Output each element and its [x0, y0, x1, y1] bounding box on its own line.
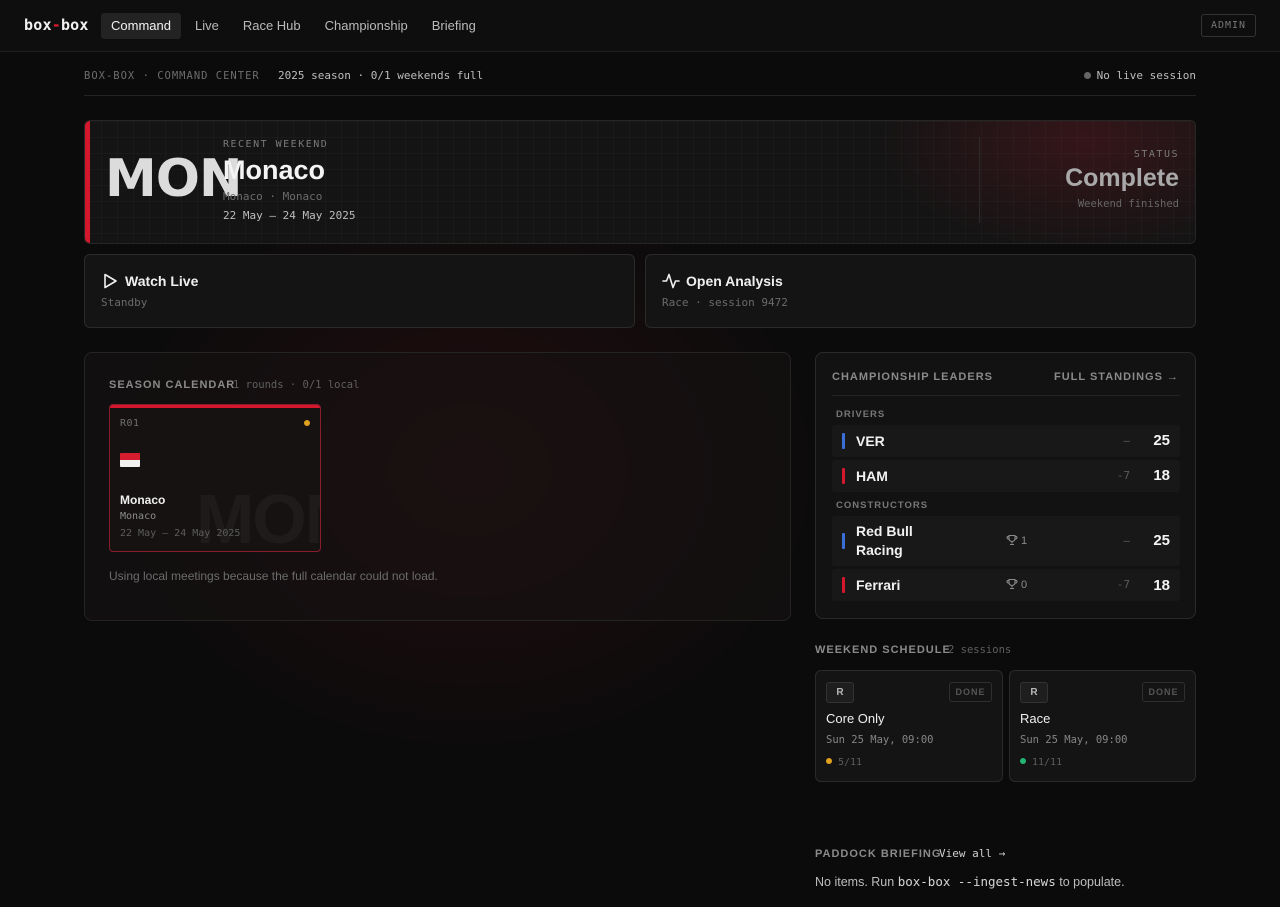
- paddock-briefing-title: PADDOCK BRIEFING: [815, 848, 942, 860]
- session-data-count: 5/11: [826, 757, 862, 768]
- calendar-fallback-note: Using local meetings because the full ca…: [109, 569, 438, 583]
- season-summary: 2025 season · 0/1 weekends full: [278, 69, 484, 82]
- weekend-status-sub: Weekend finished: [1077, 198, 1179, 210]
- session-type-badge: R: [826, 682, 854, 703]
- team-color-bar: [842, 468, 845, 484]
- open-analysis-button[interactable]: Open Analysis Race · session 9472: [645, 254, 1196, 328]
- driver-points: 18: [1153, 467, 1170, 484]
- command-center-header: BOX-BOX · COMMAND CENTER 2025 season · 0…: [84, 64, 1196, 96]
- session-card[interactable]: R DONE Race Sun 25 May, 09:00 11/11: [1009, 670, 1196, 782]
- recent-weekend-label: RECENT WEEKEND: [223, 139, 329, 150]
- nav-tab-race-hub[interactable]: Race Hub: [233, 13, 311, 39]
- season-calendar-summary: 1 rounds · 0/1 local: [233, 379, 360, 391]
- driver-points: 25: [1153, 432, 1170, 449]
- team-color-bar: [842, 433, 845, 449]
- open-analysis-session: Race · session 9472: [662, 296, 788, 309]
- status-dot-icon: [1020, 758, 1026, 764]
- circuit-code: MON: [105, 149, 242, 209]
- constructor-points: 18: [1153, 577, 1170, 594]
- live-status-dot-icon: [1083, 72, 1091, 79]
- team-color-bar: [842, 577, 845, 593]
- round-dates: 22 May – 24 May 2025: [120, 528, 241, 539]
- ingest-command: box-box --ingest-news: [897, 874, 1056, 889]
- round-number: R01: [120, 418, 140, 429]
- driver-row[interactable]: VER — 25: [832, 425, 1180, 457]
- constructor-gap: —: [1123, 534, 1130, 547]
- session-state-badge: DONE: [1142, 682, 1185, 702]
- constructor-row[interactable]: Ferrari 0 -7 18: [832, 569, 1180, 601]
- live-session-status: No live session: [1083, 69, 1196, 82]
- activity-icon: [662, 273, 680, 289]
- open-analysis-title: Open Analysis: [686, 273, 783, 289]
- session-name: Race: [1020, 711, 1051, 726]
- watch-live-title: Watch Live: [125, 273, 199, 289]
- championship-leaders-panel: CHAMPIONSHIP LEADERS FULL STANDINGS → DR…: [815, 352, 1196, 619]
- brand-logo[interactable]: box-box: [24, 16, 89, 34]
- play-icon: [104, 273, 117, 289]
- admin-button[interactable]: ADMIN: [1201, 14, 1256, 37]
- trophy-icon: [1006, 534, 1018, 546]
- section-breadcrumb: BOX-BOX · COMMAND CENTER: [84, 70, 260, 82]
- session-card[interactable]: R DONE Core Only Sun 25 May, 09:00 5/11: [815, 670, 1003, 782]
- round-location: Monaco: [120, 511, 157, 522]
- session-state-badge: DONE: [949, 682, 992, 702]
- status-label: STATUS: [1133, 149, 1179, 160]
- round-watermark: MON: [196, 479, 320, 551]
- weekend-dates: 22 May – 24 May 2025: [223, 209, 356, 222]
- trophy-icon: [1006, 578, 1018, 590]
- driver-name: VER: [856, 433, 885, 449]
- drivers-label: DRIVERS: [836, 409, 886, 420]
- season-calendar-title: SEASON CALENDAR: [109, 379, 236, 391]
- constructor-name: Ferrari: [856, 577, 901, 593]
- full-standings-link[interactable]: FULL STANDINGS →: [1054, 371, 1179, 383]
- session-name: Core Only: [826, 711, 885, 726]
- round-card-accent: [110, 405, 320, 408]
- top-nav: box-box Command Live Race Hub Championsh…: [0, 0, 1280, 52]
- weekend-status: Complete: [1065, 164, 1179, 192]
- watch-live-button[interactable]: Watch Live Standby: [84, 254, 635, 328]
- briefing-empty-message: No items. Run box-box --ingest-news to p…: [815, 874, 1125, 889]
- round-status-dot-icon: [304, 420, 310, 426]
- team-color-bar: [842, 533, 845, 549]
- nav-tab-live[interactable]: Live: [185, 13, 229, 39]
- weekend-schedule-title: WEEKEND SCHEDULE: [815, 644, 951, 656]
- session-type-badge: R: [1020, 682, 1048, 703]
- nav-tab-briefing[interactable]: Briefing: [422, 13, 486, 39]
- constructor-wins: 1: [1006, 534, 1027, 547]
- constructor-row[interactable]: Red Bull Racing 1 — 25: [832, 516, 1180, 566]
- monaco-flag-icon: [120, 453, 140, 467]
- standings-divider: [832, 395, 1180, 396]
- driver-gap: -7: [1116, 469, 1130, 482]
- view-all-briefing-link[interactable]: View all →: [939, 847, 1005, 860]
- nav-tab-championship[interactable]: Championship: [315, 13, 418, 39]
- driver-name: HAM: [856, 468, 888, 484]
- recent-weekend-card[interactable]: MON RECENT WEEKEND Monaco Monaco · Monac…: [84, 120, 1196, 244]
- season-calendar-panel: SEASON CALENDAR 1 rounds · 0/1 local R01…: [84, 352, 791, 621]
- status-dot-icon: [826, 758, 832, 764]
- round-name: Monaco: [120, 493, 166, 507]
- weekend-location: Monaco · Monaco: [223, 190, 323, 203]
- watch-live-status: Standby: [101, 296, 148, 309]
- session-data-count: 11/11: [1020, 757, 1062, 768]
- nav-tab-command[interactable]: Command: [101, 13, 181, 39]
- constructors-label: CONSTRUCTORS: [836, 500, 929, 511]
- driver-row[interactable]: HAM -7 18: [832, 460, 1180, 492]
- session-date: Sun 25 May, 09:00: [1020, 734, 1128, 746]
- session-date: Sun 25 May, 09:00: [826, 734, 934, 746]
- weekend-name: Monaco: [223, 155, 326, 185]
- constructor-gap: -7: [1116, 578, 1130, 591]
- nav-tabs: Command Live Race Hub Championship Brief…: [101, 13, 486, 39]
- constructor-points: 25: [1153, 532, 1170, 549]
- driver-gap: —: [1123, 434, 1130, 447]
- constructor-wins: 0: [1006, 578, 1027, 591]
- championship-leaders-title: CHAMPIONSHIP LEADERS: [832, 371, 993, 383]
- constructor-name: Red Bull Racing: [856, 523, 913, 558]
- round-card-monaco[interactable]: R01 MON Monaco Monaco 22 May – 24 May 20…: [109, 404, 321, 552]
- hero-accent-bar: [85, 121, 90, 243]
- hero-divider: [979, 137, 980, 223]
- weekend-schedule-count: 2 sessions: [948, 644, 1012, 656]
